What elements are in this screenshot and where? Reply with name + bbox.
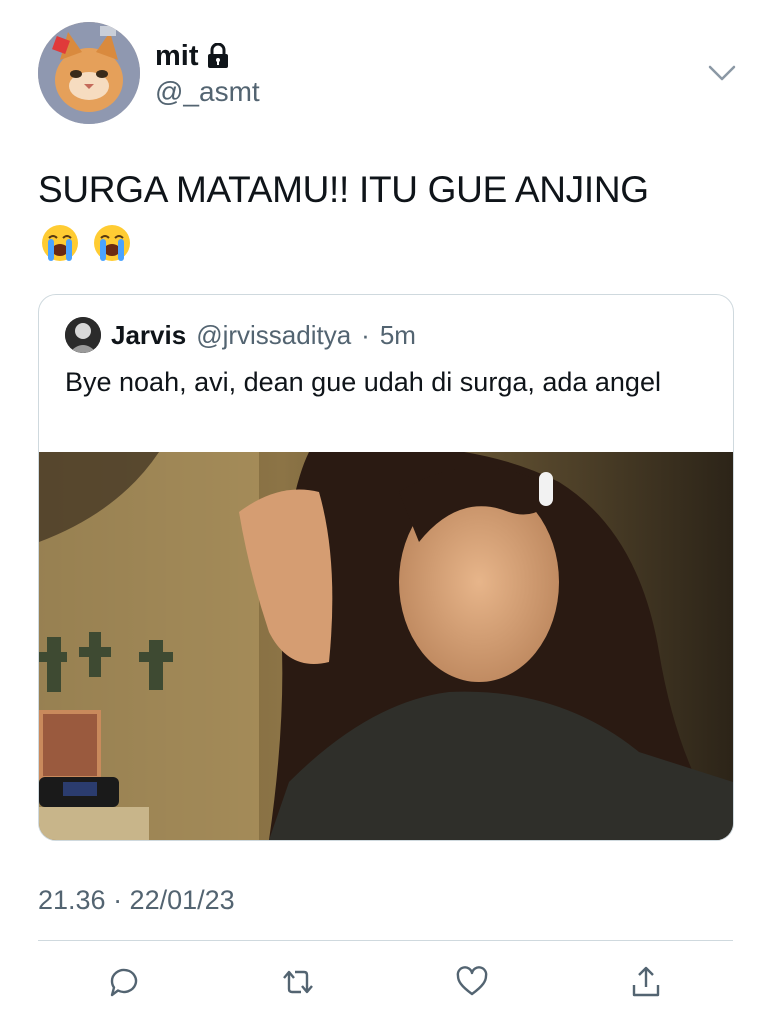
author-display-name[interactable]: mit	[155, 40, 199, 72]
reply-icon	[110, 968, 138, 997]
share-button[interactable]	[624, 958, 668, 1006]
quoted-tweet-card[interactable]: Jarvis @jrvissaditya · 5m Bye noah, avi,…	[38, 294, 734, 841]
quoted-tweet-text: Bye noah, avi, dean gue udah di surga, a…	[65, 367, 661, 397]
chevron-down-icon[interactable]	[706, 60, 738, 86]
author-avatar[interactable]	[38, 22, 140, 124]
quoted-separator: ·	[361, 319, 370, 350]
heart-icon	[456, 966, 488, 996]
quoted-author-avatar[interactable]	[65, 317, 101, 353]
share-icon	[632, 966, 660, 997]
tweet-text: SURGA MATAMU!! ITU GUE ANJING	[38, 169, 649, 210]
author-handle[interactable]: @_asmt	[155, 76, 260, 108]
lock-icon	[207, 42, 229, 69]
cat-avatar-image	[38, 22, 140, 124]
quoted-author-handle[interactable]: @jrvissaditya	[196, 320, 351, 351]
tweet-actions	[38, 958, 733, 1008]
retweet-button[interactable]	[276, 958, 320, 1006]
quoted-author-display-name[interactable]: Jarvis	[111, 320, 186, 351]
loudly-crying-face-icon	[94, 225, 130, 261]
quoted-tweet-header: Jarvis @jrvissaditya · 5m	[65, 317, 416, 353]
retweet-icon	[283, 970, 313, 994]
quoted-tweet-time[interactable]: 5m	[380, 320, 416, 351]
emoji-row	[40, 223, 132, 263]
like-button[interactable]	[450, 958, 494, 1006]
quoted-tweet-photo[interactable]	[39, 452, 733, 840]
divider	[38, 940, 733, 941]
tweet-timestamp[interactable]: 21.36 · 22/01/23	[38, 885, 235, 916]
loudly-crying-face-icon	[42, 225, 78, 261]
reply-button[interactable]	[102, 958, 146, 1006]
